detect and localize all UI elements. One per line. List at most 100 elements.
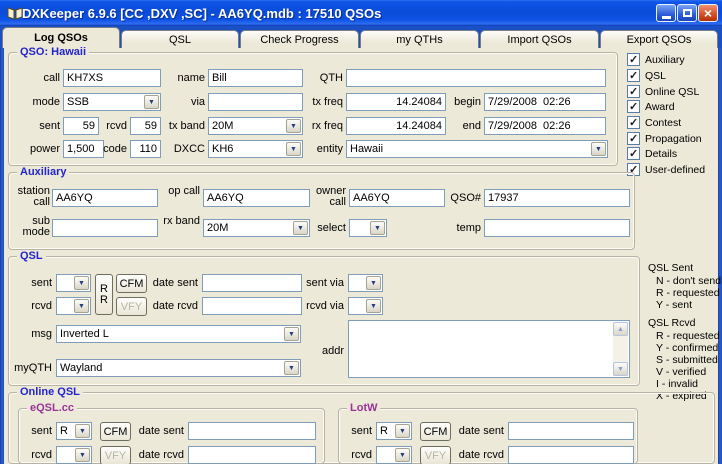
date-rcvd-label: date rcvd [152, 300, 198, 312]
dropdown-arrow-icon[interactable]: ▼ [286, 142, 301, 156]
tab-export-qsos[interactable]: Export QSOs [600, 30, 718, 48]
qso-number-field[interactable]: 17937 [484, 189, 630, 207]
msg-dropdown[interactable]: Inverted L ▼ [56, 325, 301, 343]
dropdown-arrow-icon[interactable]: ▼ [75, 424, 90, 438]
checkbox-box[interactable] [627, 100, 640, 113]
lotw-date-sent-field[interactable] [508, 422, 634, 440]
maximize-button[interactable] [677, 4, 697, 22]
end-field[interactable]: 7/29/2008 02:26 [484, 117, 606, 135]
dropdown-arrow-icon[interactable]: ▼ [395, 448, 410, 462]
close-button[interactable]: × [698, 4, 718, 22]
rst-rcvd-field[interactable]: 59 [130, 117, 161, 135]
dropdown-arrow-icon[interactable]: ▼ [370, 221, 385, 235]
dropdown-arrow-icon[interactable]: ▼ [591, 142, 606, 156]
scroll-up-icon[interactable]: ▲ [613, 322, 628, 336]
tab-qsl[interactable]: QSL [121, 30, 239, 48]
checkbox-details[interactable]: Details [627, 147, 677, 160]
checkbox-auxiliary[interactable]: Auxiliary [627, 53, 685, 66]
eqsl-date-rcvd-field[interactable] [188, 446, 316, 464]
tx-freq-field[interactable]: 14.24084 [346, 93, 446, 111]
dxcc-dropdown[interactable]: KH6 ▼ [208, 140, 303, 158]
rx-band-dropdown[interactable]: 20M ▼ [203, 219, 310, 237]
dropdown-arrow-icon[interactable]: ▼ [144, 95, 159, 109]
checkbox-box[interactable] [627, 116, 640, 129]
name-field[interactable]: Bill [208, 69, 303, 87]
auxiliary-caption: Auxiliary [17, 166, 70, 179]
eqsl-date-sent-field[interactable] [188, 422, 316, 440]
dropdown-arrow-icon[interactable]: ▼ [75, 448, 90, 462]
window-border-left [0, 26, 4, 464]
checkbox-qsl[interactable]: QSL [627, 69, 666, 82]
lotw-sent-dropdown[interactable]: R ▼ [376, 422, 412, 440]
dropdown-arrow-icon[interactable]: ▼ [284, 361, 299, 375]
sent-via-dropdown[interactable]: ▼ [348, 274, 383, 292]
checkbox-user-defined[interactable]: User-defined [627, 163, 705, 176]
myqth-dropdown[interactable]: Wayland ▼ [56, 359, 301, 377]
rst-sent-label: sent [39, 120, 60, 132]
tx-band-dropdown[interactable]: 20M ▼ [208, 117, 303, 135]
qsl-rcvd-dropdown[interactable]: ▼ [56, 297, 91, 315]
tab-log-qsos[interactable]: Log QSOs [2, 27, 120, 48]
begin-field[interactable]: 7/29/2008 02:26 [484, 93, 606, 111]
date-rcvd-field[interactable] [202, 297, 302, 315]
checkbox-box[interactable] [627, 132, 640, 145]
checkbox-box[interactable] [627, 85, 640, 98]
checkbox-box[interactable] [627, 147, 640, 160]
vfy-button[interactable]: VFY [116, 297, 147, 316]
station-call-field[interactable]: AA6YQ [52, 189, 158, 207]
rcvd-via-dropdown[interactable]: ▼ [348, 297, 383, 315]
dropdown-arrow-icon[interactable]: ▼ [366, 276, 381, 290]
dropdown-arrow-icon[interactable]: ▼ [74, 299, 89, 313]
temp-field[interactable] [484, 219, 630, 237]
checkbox-box[interactable] [627, 69, 640, 82]
lotw-rcvd-dropdown[interactable]: ▼ [376, 446, 412, 464]
call-field[interactable]: KH7XS [63, 69, 161, 87]
eqsl-cfm-button[interactable]: CFM [100, 422, 131, 441]
lotw-vfy-button[interactable]: VFY [420, 446, 451, 464]
addr-scrollbar[interactable]: ▲ ▼ [613, 322, 628, 376]
checkbox-propagation[interactable]: Propagation [627, 132, 702, 145]
window-title: DXKeeper 6.9.6 [CC ,DXV ,SC] - AA6YQ.mdb… [22, 5, 382, 21]
checkbox-online-qsl[interactable]: Online QSL [627, 85, 699, 98]
rx-freq-field[interactable]: 14.24084 [346, 117, 446, 135]
eqsl-rcvd-dropdown[interactable]: ▼ [56, 446, 92, 464]
eqsl-sent-dropdown[interactable]: R ▼ [56, 422, 92, 440]
code-field[interactable]: 110 [130, 140, 161, 158]
dropdown-arrow-icon[interactable]: ▼ [293, 221, 308, 235]
cfm-button[interactable]: CFM [116, 274, 147, 293]
power-field[interactable]: 1,500 [63, 140, 104, 158]
request-both-button[interactable]: RR [95, 274, 113, 315]
sub-mode-field[interactable] [52, 219, 158, 237]
checkbox-contest[interactable]: Contest [627, 116, 681, 129]
lotw-date-rcvd-field[interactable] [508, 446, 634, 464]
scroll-down-icon[interactable]: ▼ [613, 362, 628, 376]
op-call-field[interactable]: AA6YQ [203, 189, 310, 207]
tab-check-progress[interactable]: Check Progress [240, 30, 359, 48]
legend-item: N - don't send [656, 275, 722, 287]
checkbox-award[interactable]: Award [627, 100, 675, 113]
owner-call-field[interactable]: AA6YQ [349, 189, 445, 207]
mode-dropdown[interactable]: SSB ▼ [63, 93, 161, 111]
select-dropdown[interactable]: ▼ [349, 219, 387, 237]
addr-textarea[interactable]: ▲ ▼ [348, 320, 630, 378]
dropdown-arrow-icon[interactable]: ▼ [395, 424, 410, 438]
qth-field[interactable] [346, 69, 606, 87]
date-sent-field[interactable] [202, 274, 302, 292]
minimize-button[interactable] [656, 4, 676, 22]
lotw-cfm-button[interactable]: CFM [420, 422, 451, 441]
rst-sent-field[interactable]: 59 [63, 117, 99, 135]
dxcc-label: DXCC [173, 143, 205, 155]
qsl-sent-dropdown[interactable]: ▼ [56, 274, 91, 292]
eqsl-vfy-button[interactable]: VFY [100, 446, 131, 464]
tab-my-qths[interactable]: my QTHs [360, 30, 479, 48]
checkbox-box[interactable] [627, 53, 640, 66]
dropdown-arrow-icon[interactable]: ▼ [366, 299, 381, 313]
dropdown-arrow-icon[interactable]: ▼ [74, 276, 89, 290]
entity-dropdown[interactable]: Hawaii ▼ [346, 140, 608, 158]
owner-call-label: owner call [316, 185, 346, 208]
tab-import-qsos[interactable]: Import QSOs [480, 30, 599, 48]
dropdown-arrow-icon[interactable]: ▼ [284, 327, 299, 341]
dropdown-arrow-icon[interactable]: ▼ [286, 119, 301, 133]
via-field[interactable] [208, 93, 303, 111]
eqsl-caption: eQSL.cc [27, 402, 78, 415]
